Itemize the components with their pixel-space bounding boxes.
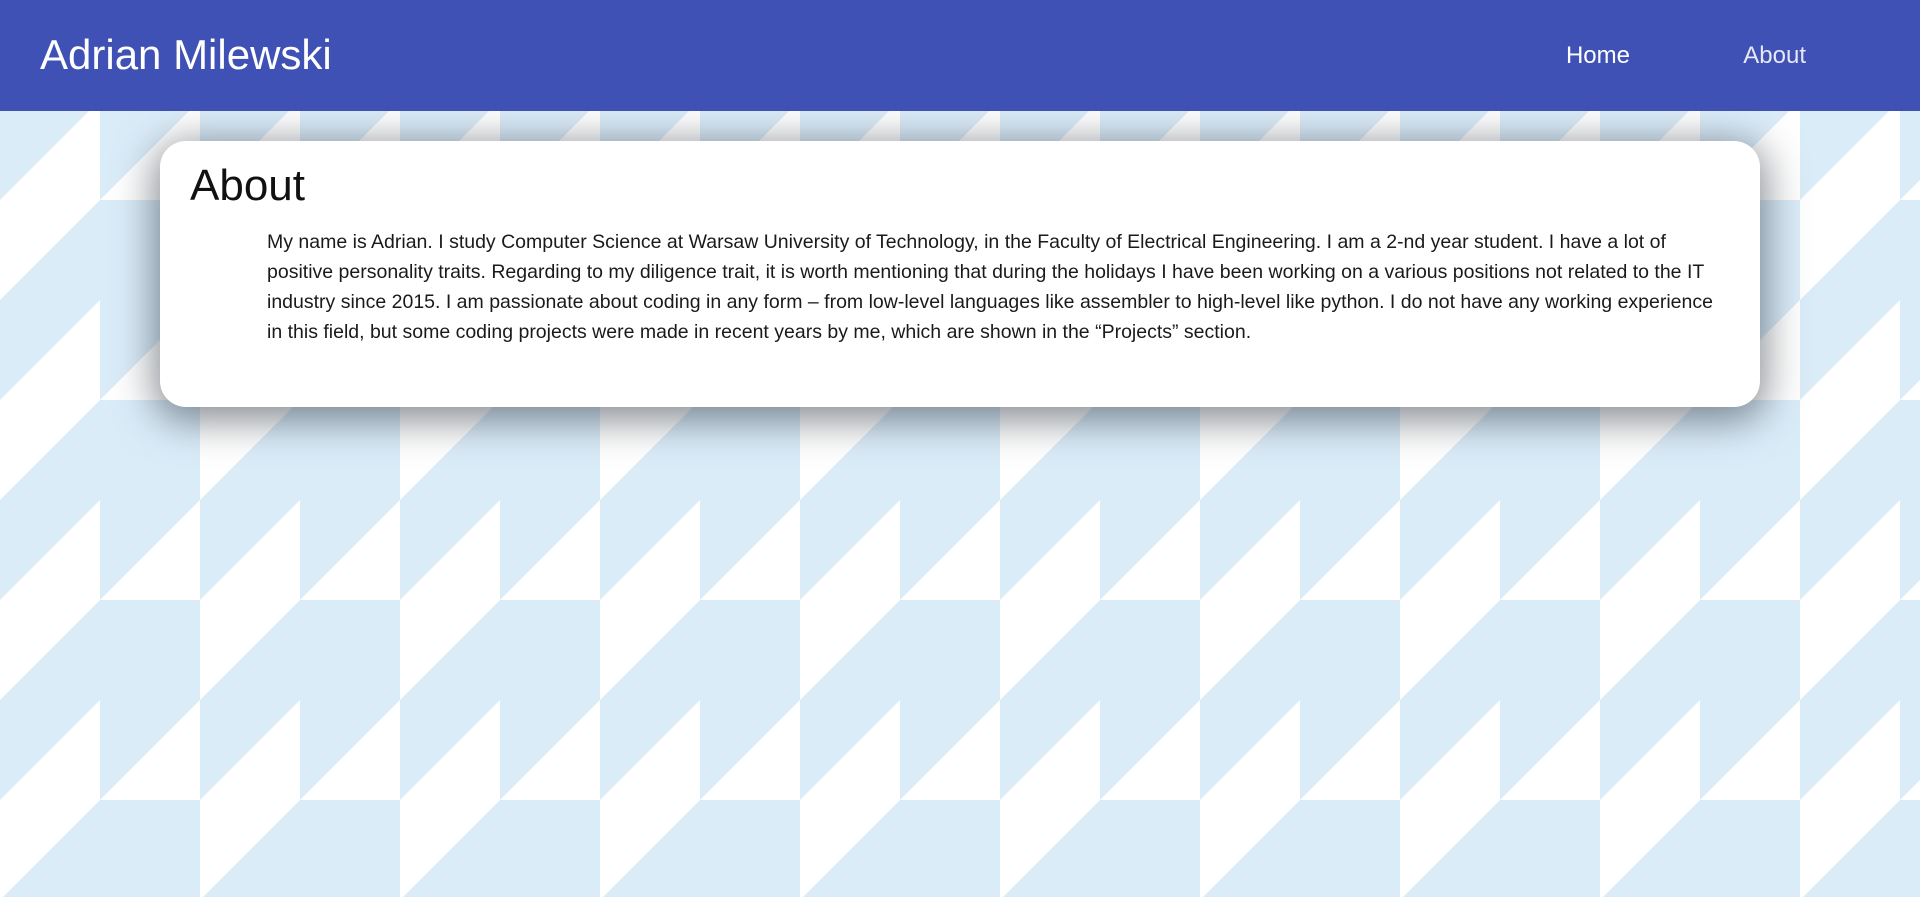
about-heading: About <box>190 161 305 210</box>
about-bio-text: My name is Adrian. I study Computer Scie… <box>267 231 1713 343</box>
site-title[interactable]: Adrian Milewski <box>40 29 332 81</box>
about-card: About My name is Adrian. I study Compute… <box>160 141 1760 407</box>
site-header: Adrian Milewski Home About <box>0 0 1920 111</box>
nav-home-link[interactable]: Home <box>1566 38 1630 74</box>
background-pattern <box>0 0 1920 897</box>
nav-about-link[interactable]: About <box>1743 38 1806 74</box>
